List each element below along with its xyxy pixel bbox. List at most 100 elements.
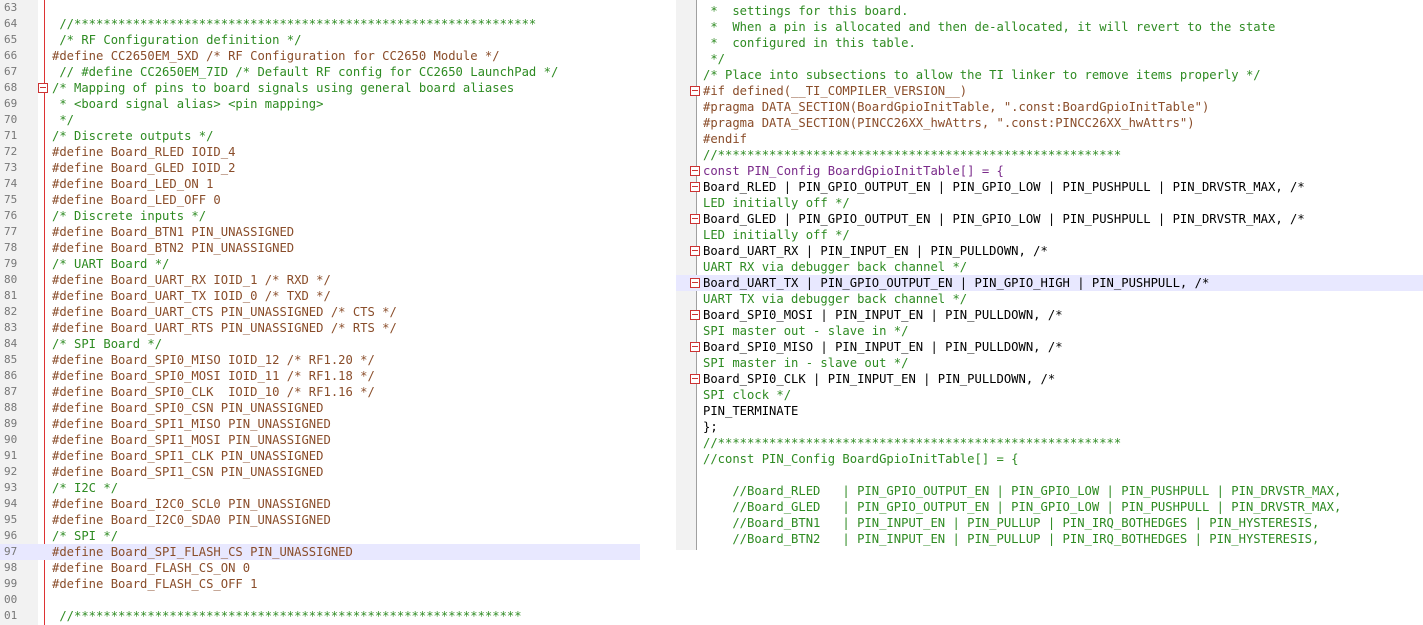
code-line[interactable]: 63 <box>0 0 640 16</box>
code-line[interactable]: 72 #define Board_RLED IOID_4 <box>0 144 640 160</box>
code-line[interactable]: SPI master in - slave out */ <box>676 355 1423 371</box>
code-line[interactable]: 67 // #define CC2650EM_7ID /* Default RF… <box>0 64 640 80</box>
code-line-current[interactable]: Board_UART_TX | PIN_GPIO_OUTPUT_EN | PIN… <box>676 275 1423 291</box>
code-line[interactable]: 99 #define Board_FLASH_CS_OFF 1 <box>0 576 640 592</box>
code-line[interactable]: #endif <box>676 131 1423 147</box>
code-line[interactable]: 89 #define Board_SPI1_MISO PIN_UNASSIGNED <box>0 416 640 432</box>
code-line[interactable]: const PIN_Config BoardGpioInitTable[] = … <box>676 163 1423 179</box>
code-line[interactable]: PIN_TERMINATE <box>676 403 1423 419</box>
code-line[interactable]: UART RX via debugger back channel */ <box>676 259 1423 275</box>
code-line[interactable]: 69 * <board signal alias> <pin mapping> <box>0 96 640 112</box>
code-line[interactable]: 80 #define Board_UART_RX IOID_1 /* RXD */ <box>0 272 640 288</box>
code-line[interactable]: LED initially off */ <box>676 227 1423 243</box>
code-line-current[interactable]: 97 #define Board_SPI_FLASH_CS PIN_UNASSIG… <box>0 544 640 560</box>
code-line[interactable]: 82 #define Board_UART_CTS PIN_UNASSIGNED … <box>0 304 640 320</box>
line-number: 74 <box>4 177 18 190</box>
fold-toggle-icon[interactable] <box>690 342 700 352</box>
code-line[interactable]: */ <box>676 51 1423 67</box>
code-line[interactable]: 00 <box>0 592 640 608</box>
code-line[interactable]: #pragma DATA_SECTION(BoardGpioInitTable,… <box>676 99 1423 115</box>
code-text: /* I2C */ <box>52 481 119 495</box>
code-line[interactable]: 90 #define Board_SPI1_MOSI PIN_UNASSIGNED <box>0 432 640 448</box>
code-line[interactable]: //Board_RLED | PIN_GPIO_OUTPUT_EN | PIN_… <box>676 483 1423 499</box>
code-line[interactable]: 88 #define Board_SPI0_CSN PIN_UNASSIGNED <box>0 400 640 416</box>
fold-toggle-icon[interactable] <box>690 214 700 224</box>
code-line[interactable]: 93 /* I2C */ <box>0 480 640 496</box>
code-line[interactable]: 75 #define Board_LED_OFF 0 <box>0 192 640 208</box>
code-line[interactable]: * When a pin is allocated and then de-al… <box>676 19 1423 35</box>
fold-toggle-icon[interactable] <box>690 310 700 320</box>
code-line[interactable]: //Board_BTN2 | PIN_INPUT_EN | PIN_PULLUP… <box>676 531 1423 547</box>
code-line[interactable]: 76 /* Discrete inputs */ <box>0 208 640 224</box>
code-text: Board_UART_TX | PIN_GPIO_OUTPUT_EN | PIN… <box>703 276 1210 290</box>
line-number: 75 <box>4 193 18 206</box>
code-line[interactable]: 78 #define Board_BTN2 PIN_UNASSIGNED <box>0 240 640 256</box>
code-line[interactable]: 91 #define Board_SPI1_CLK PIN_UNASSIGNED <box>0 448 640 464</box>
right-code-editor[interactable]: * settings for this board. * When a pin … <box>676 0 1423 550</box>
code-line[interactable]: 94 #define Board_I2C0_SCL0 PIN_UNASSIGNED <box>0 496 640 512</box>
line-number: 83 <box>4 321 18 334</box>
code-line[interactable]: 77 #define Board_BTN1 PIN_UNASSIGNED <box>0 224 640 240</box>
line-number: 68 <box>4 81 18 94</box>
code-line[interactable]: 68 /* Mapping of pins to board signals us… <box>0 80 640 96</box>
code-text: SPI master out - slave in */ <box>703 324 909 338</box>
code-text: #if defined(__TI_COMPILER_VERSION__) <box>703 84 968 98</box>
code-line[interactable]: 74 #define Board_LED_ON 1 <box>0 176 640 192</box>
code-line[interactable]: 96 /* SPI */ <box>0 528 640 544</box>
code-line[interactable]: }; <box>676 419 1423 435</box>
code-line[interactable]: SPI clock */ <box>676 387 1423 403</box>
code-line[interactable]: 86 #define Board_SPI0_MOSI IOID_11 /* RF1… <box>0 368 640 384</box>
code-line[interactable]: * settings for this board. <box>676 3 1423 19</box>
code-text: #define Board_SPI_FLASH_CS PIN_UNASSIGNE… <box>52 545 353 559</box>
line-number: 95 <box>4 513 18 526</box>
code-text: #define Board_SPI0_CLK IOID_10 /* RF1.16… <box>52 385 375 399</box>
code-text: #define Board_LED_OFF 0 <box>52 193 221 207</box>
code-text: #define Board_GLED IOID_2 <box>52 161 236 175</box>
code-line[interactable]: UART TX via debugger back channel */ <box>676 291 1423 307</box>
code-line[interactable]: 73 #define Board_GLED IOID_2 <box>0 160 640 176</box>
code-line[interactable]: 79 /* UART Board */ <box>0 256 640 272</box>
code-line[interactable]: * configured in this table. <box>676 35 1423 51</box>
code-line[interactable]: Board_SPI0_MISO | PIN_INPUT_EN | PIN_PUL… <box>676 339 1423 355</box>
code-line[interactable] <box>676 467 1423 483</box>
code-line[interactable]: Board_SPI0_MOSI | PIN_INPUT_EN | PIN_PUL… <box>676 307 1423 323</box>
code-line[interactable]: Board_UART_RX | PIN_INPUT_EN | PIN_PULLD… <box>676 243 1423 259</box>
code-line[interactable]: 71 /* Discrete outputs */ <box>0 128 640 144</box>
code-line[interactable]: 66 #define CC2650EM_5XD /* RF Configurati… <box>0 48 640 64</box>
code-text: #pragma DATA_SECTION(PINCC26XX_hwAttrs, … <box>703 116 1195 130</box>
code-line[interactable]: Board_GLED | PIN_GPIO_OUTPUT_EN | PIN_GP… <box>676 211 1423 227</box>
code-line[interactable]: 65 /* RF Configuration definition */ <box>0 32 640 48</box>
code-line[interactable]: //**************************************… <box>676 147 1423 163</box>
code-line[interactable]: 84 /* SPI Board */ <box>0 336 640 352</box>
fold-toggle-icon[interactable] <box>690 166 700 176</box>
code-text: UART TX via debugger back channel */ <box>703 292 968 306</box>
code-line[interactable]: 81 #define Board_UART_TX IOID_0 /* TXD */ <box>0 288 640 304</box>
fold-toggle-icon[interactable] <box>690 278 700 288</box>
code-line[interactable]: 85 #define Board_SPI0_MISO IOID_12 /* RF1… <box>0 352 640 368</box>
code-line[interactable]: 95 #define Board_I2C0_SDA0 PIN_UNASSIGNED <box>0 512 640 528</box>
code-line[interactable]: #pragma DATA_SECTION(PINCC26XX_hwAttrs, … <box>676 115 1423 131</box>
code-line[interactable]: //**************************************… <box>676 435 1423 451</box>
code-line[interactable]: 87 #define Board_SPI0_CLK IOID_10 /* RF1.… <box>0 384 640 400</box>
fold-toggle-icon[interactable] <box>690 86 700 96</box>
code-line[interactable]: 83 #define Board_UART_RTS PIN_UNASSIGNED … <box>0 320 640 336</box>
fold-toggle-icon[interactable] <box>690 246 700 256</box>
code-line[interactable]: SPI master out - slave in */ <box>676 323 1423 339</box>
code-line[interactable]: 64 //***********************************… <box>0 16 640 32</box>
fold-toggle-icon[interactable] <box>690 182 700 192</box>
fold-toggle-icon[interactable] <box>38 83 48 93</box>
code-line[interactable]: //Board_GLED | PIN_GPIO_OUTPUT_EN | PIN_… <box>676 499 1423 515</box>
code-line[interactable]: LED initially off */ <box>676 195 1423 211</box>
code-line[interactable]: 98 #define Board_FLASH_CS_ON 0 <box>0 560 640 576</box>
code-line[interactable]: //Board_BTN1 | PIN_INPUT_EN | PIN_PULLUP… <box>676 515 1423 531</box>
fold-toggle-icon[interactable] <box>690 374 700 384</box>
code-line[interactable]: //const PIN_Config BoardGpioInitTable[] … <box>676 451 1423 467</box>
code-line[interactable]: 70 */ <box>0 112 640 128</box>
code-line[interactable]: 92 #define Board_SPI1_CSN PIN_UNASSIGNED <box>0 464 640 480</box>
code-line[interactable]: Board_SPI0_CLK | PIN_INPUT_EN | PIN_PULL… <box>676 371 1423 387</box>
code-line[interactable]: /* Place into subsections to allow the T… <box>676 67 1423 83</box>
code-line[interactable]: Board_RLED | PIN_GPIO_OUTPUT_EN | PIN_GP… <box>676 179 1423 195</box>
code-line[interactable]: #if defined(__TI_COMPILER_VERSION__) <box>676 83 1423 99</box>
left-code-editor[interactable]: 63 64 //*********************************… <box>0 0 640 625</box>
code-line[interactable]: 01 //***********************************… <box>0 608 640 624</box>
